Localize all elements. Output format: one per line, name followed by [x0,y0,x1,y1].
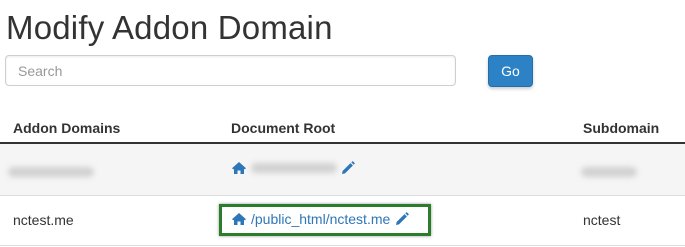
go-button[interactable]: Go [488,55,533,87]
subdomain-cell: nctest [583,212,621,228]
page-title: Modify Addon Domain [6,9,333,46]
pencil-icon[interactable] [395,212,410,226]
addon-domains-table: Addon Domains Document Root Subdomain nc… [0,112,685,246]
column-header-addon-domains[interactable]: Addon Domains [13,120,120,136]
table-row [0,144,685,196]
addon-domain-redacted [8,164,94,180]
document-root-link[interactable]: /public_html/nctest.me [251,211,390,227]
home-icon[interactable] [231,161,247,175]
document-root-cell [231,161,355,175]
pencil-icon[interactable] [341,161,355,175]
document-root-redacted [251,163,337,173]
subdomain-redacted [581,164,637,180]
home-icon[interactable] [231,212,247,226]
column-header-document-root[interactable]: Document Root [231,120,335,136]
document-root-cell: /public_html/nctest.me [231,211,410,227]
search-input[interactable] [6,56,455,85]
search-field[interactable] [5,55,456,86]
table-row: nctest.me /public_html/nctest.me nctest [0,196,685,246]
addon-domain-cell: nctest.me [13,212,74,228]
column-header-subdomain[interactable]: Subdomain [583,120,659,136]
table-header: Addon Domains Document Root Subdomain [0,112,685,144]
